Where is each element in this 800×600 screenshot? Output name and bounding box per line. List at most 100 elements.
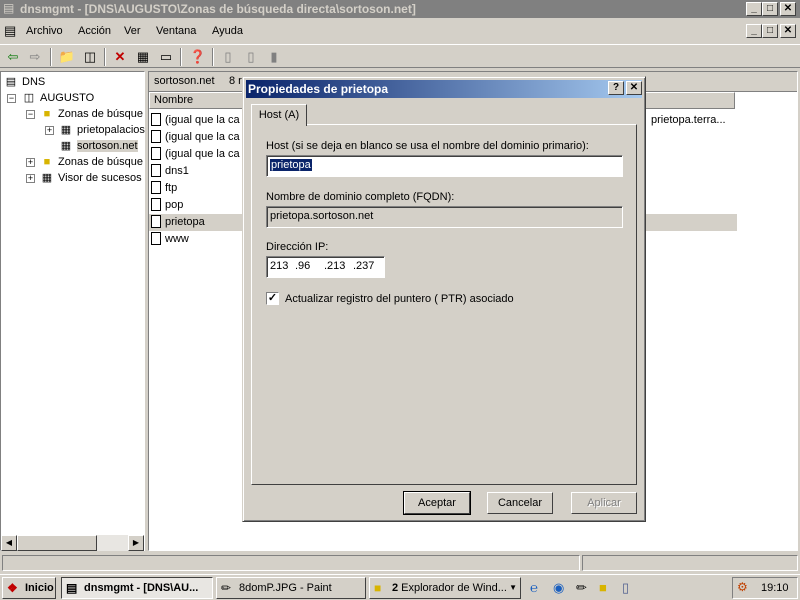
- forward-arrow-icon[interactable]: ⇨: [25, 47, 45, 67]
- list-item[interactable]: (igual que la ca: [151, 146, 240, 163]
- ptr-label[interactable]: Actualizar registro del puntero ( PTR) a…: [285, 293, 514, 305]
- child-close-button[interactable]: ✕: [780, 24, 796, 38]
- menu-ver[interactable]: Ver: [124, 25, 141, 37]
- list-item[interactable]: (igual que la ca: [151, 112, 240, 129]
- collapse-toggle-icon[interactable]: −: [26, 110, 35, 119]
- folder-icon: ■: [43, 108, 51, 120]
- tab-page: Host (si se deja en blanco se usa el nom…: [251, 124, 637, 485]
- minimize-button[interactable]: _: [746, 2, 762, 16]
- details-count: 8 r: [229, 75, 242, 87]
- tree-item-reverse-zones[interactable]: ■ Zonas de búsque: [39, 154, 143, 170]
- scroll-right-icon[interactable]: ▶: [128, 535, 144, 551]
- new-delegation-icon[interactable]: ▮: [264, 47, 284, 67]
- status-pane-secondary: [582, 555, 798, 571]
- clock: 19:10: [761, 582, 789, 594]
- menu-accion[interactable]: Acción: [78, 25, 111, 37]
- dialog-help-button[interactable]: ?: [608, 81, 624, 95]
- tree-item-forward-zones[interactable]: ■ Zonas de búsque: [39, 106, 143, 122]
- tree-item-sortoson[interactable]: ▦ sortoson.net: [58, 138, 138, 154]
- list-item[interactable]: ftp: [151, 180, 177, 197]
- zone-icon: ▦: [60, 124, 72, 136]
- ip-octet-1[interactable]: 213: [270, 257, 288, 276]
- record-data-value: prietopa.terra...: [651, 114, 726, 126]
- host-input[interactable]: prietopa: [266, 155, 623, 177]
- ip-octet-4[interactable]: .237: [353, 257, 374, 276]
- toolbar-separator: [180, 48, 182, 66]
- maximize-button[interactable]: □: [762, 2, 778, 16]
- expand-toggle-icon[interactable]: +: [26, 174, 35, 183]
- fqdn-field: prietopa.sortoson.net: [266, 206, 623, 228]
- ip-octet-3[interactable]: .213: [324, 257, 345, 276]
- taskbar-item-paint[interactable]: ✏ 8domP.JPG - Paint: [216, 577, 366, 599]
- expand-toggle-icon[interactable]: +: [45, 126, 54, 135]
- dialog-close-button[interactable]: ✕: [626, 81, 642, 95]
- list-item[interactable]: pop: [151, 197, 183, 214]
- column-header-data[interactable]: [645, 92, 735, 109]
- list-item-label: ftp: [165, 182, 178, 194]
- cancel-button[interactable]: Cancelar: [487, 492, 553, 514]
- paint-quicklaunch-icon[interactable]: ✏: [576, 580, 587, 596]
- windows-logo-icon: ❖: [7, 581, 18, 595]
- server-quicklaunch-icon[interactable]: ▯: [622, 580, 629, 596]
- list-item[interactable]: (igual que la ca: [151, 129, 240, 146]
- folder-quicklaunch-icon[interactable]: ■: [599, 580, 607, 595]
- delete-icon[interactable]: ✕: [110, 47, 130, 67]
- taskbar: ❖ Inicio ▤ dnsmgmt - [DNS\AU... ✏ 8domP.JPG…: [0, 574, 800, 600]
- tree-item-augusto[interactable]: ◫ AUGUSTO: [21, 90, 94, 106]
- tree-item-prietopalacios[interactable]: ▦ prietopalacios: [58, 122, 145, 138]
- list-item[interactable]: dns1: [151, 163, 189, 180]
- close-button[interactable]: ✕: [780, 2, 796, 16]
- outlook-icon[interactable]: ◉: [553, 580, 564, 596]
- menu-ventana[interactable]: Ventana: [156, 25, 196, 37]
- ip-address-input[interactable]: 213 .96 .213 .237: [266, 256, 385, 278]
- dialog-title-bar[interactable]: Propiedades de prietopa: [246, 80, 642, 98]
- dns-app-icon: ▤: [3, 1, 15, 15]
- new-domain-icon[interactable]: ▯: [241, 47, 261, 67]
- main-title-bar[interactable]: ▤ dnsmgmt - [DNS\AUGUSTO\Zonas de búsque…: [0, 0, 800, 18]
- properties-icon[interactable]: ▦: [133, 47, 153, 67]
- ip-label: Dirección IP:: [266, 241, 329, 253]
- start-button[interactable]: ❖ Inicio: [2, 577, 56, 599]
- tree-item-event-viewer[interactable]: ▦ Visor de sucesos: [39, 170, 142, 186]
- ptr-checkbox[interactable]: ✓: [266, 292, 279, 305]
- export-list-icon[interactable]: ▭: [156, 47, 176, 67]
- tray-app-icon[interactable]: ⚙: [737, 580, 748, 594]
- tree-horizontal-scrollbar[interactable]: ◀ ▶: [1, 535, 144, 551]
- child-restore-button[interactable]: □: [762, 24, 778, 38]
- list-item-selected[interactable]: prietopa: [151, 214, 205, 231]
- collapse-toggle-icon[interactable]: −: [7, 94, 16, 103]
- taskbar-item-dnsmgmt[interactable]: ▤ dnsmgmt - [DNS\AU...: [61, 577, 213, 599]
- mmc-icon: ▤: [4, 23, 17, 38]
- record-icon: [151, 214, 161, 228]
- menu-archivo[interactable]: Archivo: [26, 25, 63, 37]
- toolbar-separator: [212, 48, 214, 66]
- ie-icon[interactable]: ℮: [530, 580, 538, 595]
- tree-item-dns[interactable]: ▤ DNS: [3, 74, 45, 90]
- list-item-label: (igual que la ca: [165, 131, 240, 143]
- scroll-thumb[interactable]: [17, 535, 97, 551]
- menu-ayuda[interactable]: Ayuda: [212, 25, 243, 37]
- new-record-icon[interactable]: ▯: [218, 47, 238, 67]
- expand-toggle-icon[interactable]: +: [26, 158, 35, 167]
- help-icon[interactable]: ❓: [188, 47, 208, 67]
- tree-label: Zonas de búsque: [58, 108, 144, 120]
- fqdn-label: Nombre de dominio completo (FQDN):: [266, 191, 455, 203]
- record-icon: [151, 146, 161, 160]
- taskbar-item-explorer-group[interactable]: ■ 2 Explorador de Wind... ▼: [369, 577, 521, 599]
- ok-button[interactable]: Aceptar: [403, 491, 471, 515]
- paint-icon: ✏: [221, 581, 232, 595]
- list-item-label: prietopa: [165, 216, 205, 228]
- folder-icon: ■: [43, 156, 51, 168]
- up-folder-icon[interactable]: 📁: [57, 47, 77, 67]
- child-minimize-button[interactable]: _: [746, 24, 762, 38]
- zone-icon: ▦: [60, 140, 72, 152]
- show-tree-icon[interactable]: ◫: [80, 47, 100, 67]
- tab-host-a[interactable]: Host (A): [251, 104, 307, 126]
- ip-octet-2[interactable]: .96: [295, 257, 310, 276]
- scroll-left-icon[interactable]: ◀: [1, 535, 17, 551]
- list-item[interactable]: www: [151, 231, 189, 248]
- apply-button[interactable]: Aplicar: [571, 492, 637, 514]
- back-arrow-icon[interactable]: ⇦: [3, 47, 23, 67]
- menu-bar: ▤ Archivo Acción Ver Ventana Ayuda _ □ ✕: [0, 20, 800, 42]
- toolbar-separator: [50, 48, 52, 66]
